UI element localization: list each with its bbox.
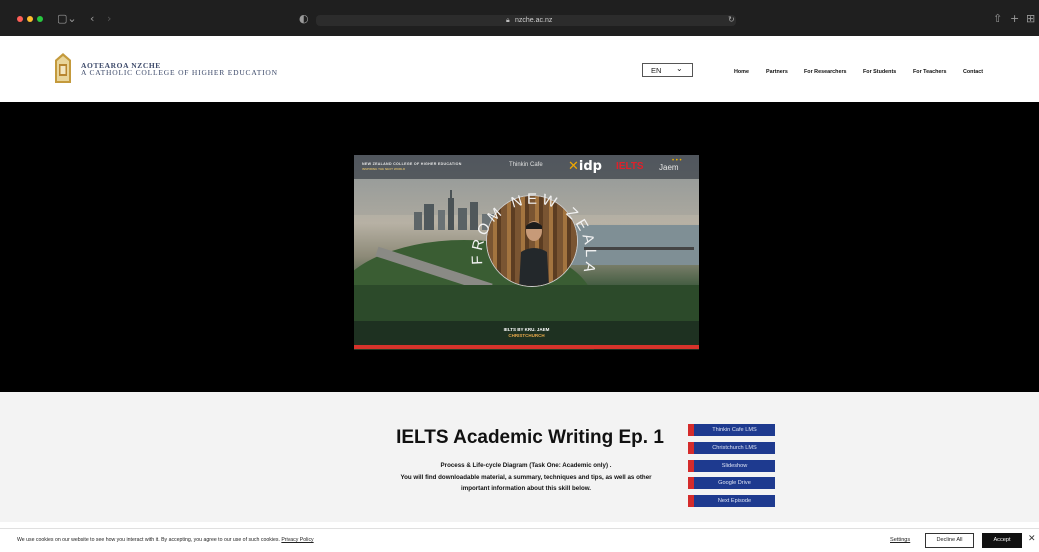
video-college-name: NEW ZEALAND COLLEGE OF HIGHER EDUCATION	[362, 162, 462, 166]
svg-text:FROM NEW ZEALAND: FROM NEW ZEALAND	[464, 170, 599, 278]
episode-section	[0, 392, 1039, 522]
browser-toolbar: ▢⌄ ‹ › ◐ 🔒︎ nzche.ac.nz ↻ ⇧ + ⊞	[0, 0, 1039, 36]
video-caption-location: CHRISTCHURCH	[508, 333, 545, 338]
cookie-message: We use cookies on our website to see how…	[17, 537, 314, 543]
nav-contact[interactable]: Contact	[963, 69, 983, 75]
description-line-3: important information about this skill b…	[460, 485, 592, 492]
cookie-banner: We use cookies on our website to see how…	[0, 528, 1039, 552]
description-line-2: You will find downloadable material, a s…	[400, 473, 652, 481]
cookie-text: We use cookies on our website to see how…	[17, 537, 280, 543]
slideshow-button[interactable]: Slideshow	[688, 460, 775, 472]
hero-video-section: FROM NEW ZEALAND NEW ZEALAND COLLEGE OF …	[0, 102, 1039, 392]
video-college-tagline: INSPIRING THE NEXT WORLD	[362, 167, 406, 171]
nav-for-researchers[interactable]: For Researchers	[804, 69, 847, 75]
ielts-logo: IELTS	[616, 161, 644, 172]
next-episode-button[interactable]: Next Episode	[688, 495, 775, 507]
idp-text: idp	[578, 159, 602, 174]
arc-caption-text: FROM NEW ZEALAND	[464, 170, 595, 278]
cookie-settings-link[interactable]: Settings	[890, 537, 910, 543]
nav-home[interactable]: Home	[734, 69, 749, 75]
nav-for-students[interactable]: For Students	[863, 69, 896, 75]
decline-all-button[interactable]: Decline All	[925, 533, 974, 548]
address-bar[interactable]: 🔒︎ nzche.ac.nz ↻	[316, 15, 736, 26]
chevron-down-icon: ⌄	[676, 64, 683, 73]
close-icon[interactable]: ✕	[1028, 534, 1036, 544]
tab-overview-icon[interactable]: ⊞	[1026, 12, 1035, 26]
video-progress-line	[354, 345, 699, 349]
minimize-window-icon[interactable]	[27, 16, 33, 22]
privacy-shield-icon[interactable]: ◐	[299, 12, 309, 26]
video-caption-title: IELTS BY KRU. JAEM	[503, 327, 550, 332]
episode-description: Process & Life-cycle Diagram (Task One: …	[356, 460, 696, 495]
accept-button[interactable]: Accept	[982, 533, 1022, 548]
video-player[interactable]: FROM NEW ZEALAND NEW ZEALAND COLLEGE OF …	[354, 155, 699, 350]
close-window-icon[interactable]	[17, 16, 23, 22]
forward-icon[interactable]: ›	[107, 12, 111, 26]
description-line-1: Process & Life-cycle Diagram (Task One: …	[440, 462, 612, 469]
share-icon[interactable]: ⇧	[993, 12, 1002, 26]
christchurch-lms-button[interactable]: Christchurch LMS	[688, 442, 775, 454]
new-tab-icon[interactable]: +	[1010, 12, 1019, 26]
language-value: EN	[651, 66, 662, 75]
jaem-logo: Jaem	[659, 163, 679, 172]
reload-icon[interactable]: ↻	[728, 14, 735, 26]
thinkin-cafe-logo: Thinkin Cafe	[509, 162, 543, 168]
maximize-window-icon[interactable]	[37, 16, 43, 22]
google-drive-button[interactable]: Google Drive	[688, 477, 775, 489]
college-crest-logo[interactable]	[53, 52, 73, 84]
back-icon[interactable]: ‹	[90, 12, 94, 26]
nav-partners[interactable]: Partners	[766, 69, 788, 75]
arc-caption: FROM NEW ZEALAND	[464, 170, 599, 278]
address-url: nzche.ac.nz	[515, 17, 553, 24]
page-title: IELTS Academic Writing Ep. 1	[396, 427, 664, 448]
site-header: AOTEAROA NZCHE A CATHOLIC COLLEGE OF HIG…	[0, 36, 1039, 102]
idp-mark-icon: ✕	[568, 159, 579, 174]
thinkin-cafe-lms-button[interactable]: Thinkin Cafe LMS	[688, 424, 775, 436]
language-select[interactable]: EN ⌄	[642, 63, 693, 77]
privacy-policy-link[interactable]: Privacy Policy	[281, 537, 313, 543]
sidebar-icon[interactable]: ▢⌄	[57, 12, 77, 26]
nav-for-teachers[interactable]: For Teachers	[913, 69, 946, 75]
brand-subtitle[interactable]: A CATHOLIC COLLEGE OF HIGHER EDUCATION	[81, 68, 278, 77]
lock-icon: 🔒︎	[506, 16, 510, 24]
idp-logo: ✕idp	[568, 159, 602, 174]
